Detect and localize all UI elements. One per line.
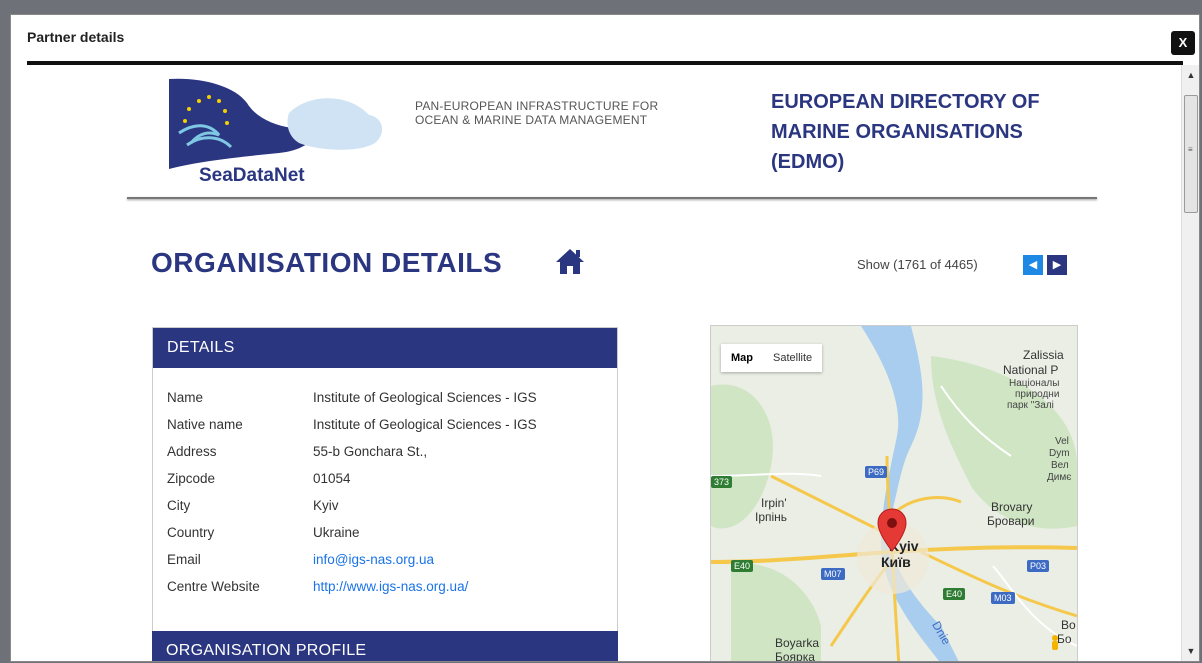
details-heading: DETAILS [153, 328, 617, 368]
dialog-titlebar: Partner details X [11, 15, 1199, 61]
road-badge: P69 [865, 466, 888, 478]
partner-details-dialog: Partner details X SeaDataNet PAN-EUROPEA… [10, 14, 1200, 662]
scroll-up-arrow-icon[interactable]: ▲ [1182, 67, 1199, 83]
detail-label: Address [167, 444, 217, 459]
location-map[interactable]: Map Satellite Zalissia National P Націон… [710, 325, 1078, 661]
map-tab-satellite[interactable]: Satellite [763, 344, 822, 372]
street-view-pegman-icon[interactable] [1049, 634, 1061, 652]
detail-label: Country [167, 525, 215, 540]
road-badge: E40 [731, 560, 754, 572]
map-label: Brovary [991, 500, 1033, 514]
details-panel: DETAILS Name Institute of Geological Sci… [152, 327, 618, 661]
tagline-line-2: OCEAN & MARINE DATA MANAGEMENT [415, 113, 648, 127]
map-label: природни [1015, 389, 1060, 400]
scroll-down-arrow-icon[interactable]: ▼ [1182, 643, 1199, 659]
map-type-tabs: Map Satellite [721, 344, 823, 372]
logo-text: SeaDataNet [199, 165, 305, 186]
edmo-title: EUROPEAN DIRECTORY OF MARINE ORGANISATIO… [771, 87, 1040, 177]
map-label: Димє [1047, 472, 1072, 483]
map-label: Boyarka [775, 636, 820, 650]
road-badge: M03 [991, 592, 1015, 604]
tagline: PAN-EUROPEAN INFRASTRUCTURE FOR OCEAN & … [415, 99, 658, 127]
map-label: Вел [1051, 460, 1069, 471]
map-label: Dym [1049, 448, 1070, 459]
edmo-title-line-3: (EDMO) [771, 151, 845, 173]
detail-label: Zipcode [167, 471, 216, 486]
map-label: Vel [1055, 436, 1069, 447]
map-label: Zalissia [1023, 348, 1064, 362]
map-label: Irpin' [761, 496, 787, 510]
header-divider [127, 197, 1097, 199]
map-label: Боярка [775, 650, 815, 661]
road-badge: E40 [943, 588, 966, 600]
grip-icon: ≡ [1188, 145, 1193, 154]
dialog-title: Partner details [27, 29, 125, 45]
edmo-title-line-1: EUROPEAN DIRECTORY OF [771, 91, 1040, 113]
map-tab-map[interactable]: Map [721, 344, 763, 372]
road-badge: M07 [821, 568, 845, 580]
detail-label: Email [167, 552, 201, 567]
vertical-scrollbar[interactable]: ▲ ≡ ▼ [1181, 65, 1199, 661]
website-link[interactable]: http://www.igs-nas.org.ua/ [313, 579, 468, 594]
detail-label: Centre Website [167, 579, 260, 594]
detail-value: Ukraine [313, 525, 360, 540]
dialog-content: SeaDataNet PAN-EUROPEAN INFRASTRUCTURE F… [27, 65, 1181, 661]
map-label: Націоналы [1009, 378, 1060, 389]
page-title: ORGANISATION DETAILS [151, 247, 503, 278]
record-count: Show (1761 of 4465) [857, 257, 978, 272]
road-badge: P03 [1027, 560, 1050, 572]
tagline-line-1: PAN-EUROPEAN INFRASTRUCTURE FOR [415, 99, 659, 113]
organisation-profile-heading[interactable]: ORGANISATION PROFILE [152, 631, 618, 661]
edmo-title-line-2: MARINE ORGANISATIONS [771, 121, 1023, 143]
home-icon[interactable] [555, 247, 585, 275]
detail-label: City [167, 498, 191, 513]
map-label: Bo [1061, 618, 1076, 632]
email-link[interactable]: info@igs-nas.org.ua [313, 552, 434, 567]
map-label: Ірпінь [755, 510, 788, 524]
map-label: National P [1003, 363, 1059, 377]
road-badge: 373 [711, 476, 733, 488]
map-label: парк "Залі [1007, 400, 1054, 411]
detail-label: Native name [167, 417, 243, 432]
seadatanet-logo[interactable]: SeaDataNet [139, 73, 387, 186]
detail-value: 01054 [313, 471, 351, 486]
detail-value: 55-b Gonchara St., [313, 444, 428, 459]
previous-record-button[interactable]: ◀ [1023, 255, 1043, 275]
map-label: Київ [881, 554, 911, 570]
map-label: Бровари [987, 514, 1035, 528]
detail-value: Institute of Geological Sciences - IGS [313, 417, 537, 432]
location-pin-icon[interactable] [877, 508, 907, 552]
detail-label: Name [167, 390, 204, 405]
detail-value: Institute of Geological Sciences - IGS [313, 390, 537, 405]
next-record-button[interactable]: ▶ [1047, 255, 1067, 275]
close-button[interactable]: X [1171, 31, 1195, 55]
detail-value: Kyiv [313, 498, 339, 513]
scrollbar-thumb[interactable]: ≡ [1184, 95, 1198, 213]
